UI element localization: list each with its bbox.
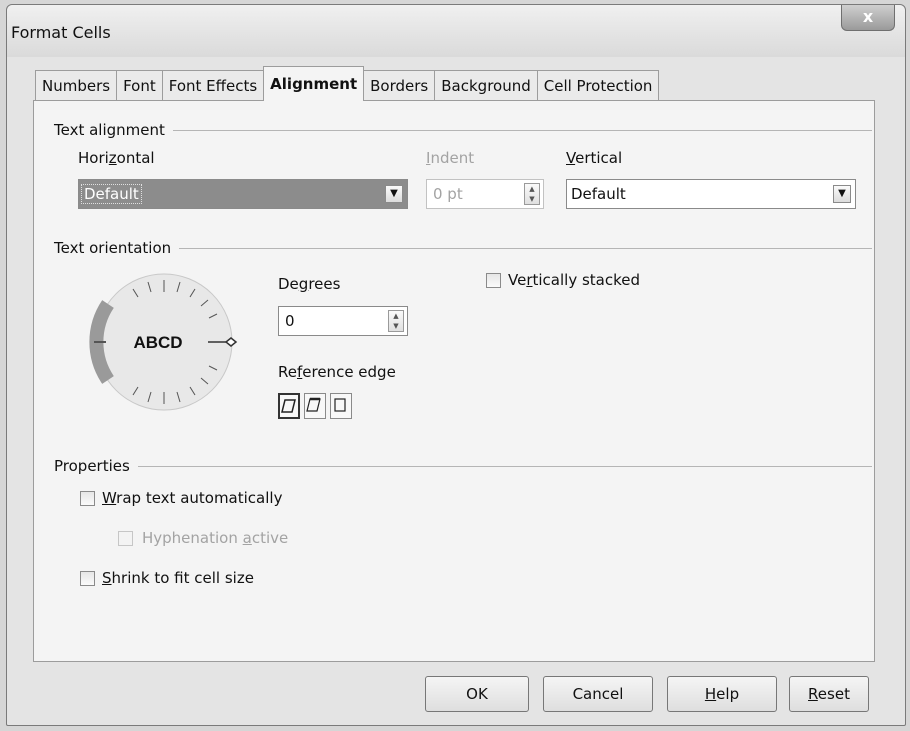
divider [137,465,872,467]
reference-edge-label: Reference edge [278,363,396,381]
spin-down-icon[interactable]: ▼ [389,321,403,331]
vertical-label-key: V [566,149,576,167]
wrap-text-label-part: rap text automatically [116,489,283,507]
horizontal-label-part: ontal [116,149,155,167]
horizontal-label: Horizontal [78,149,155,167]
vertical-label: Vertical [566,149,622,167]
reference-edge-top-button[interactable] [304,393,326,419]
reference-edge-inside-button[interactable] [330,393,352,419]
text-alignment-heading: Text alignment [54,121,165,139]
wrap-text-checkbox[interactable] [80,491,95,506]
cancel-button[interactable]: Cancel [543,676,653,712]
text-orientation-section: Text orientation [54,239,872,257]
horizontal-select[interactable]: Default ▼ [78,179,408,209]
tab-borders[interactable]: Borders [363,70,436,101]
tab-bar: Numbers Font Font Effects Alignment Bord… [35,66,660,101]
help-label-key: H [704,685,717,703]
hyphenation-label-part: ctive [251,529,289,547]
reset-button[interactable]: Reset [789,676,869,712]
degrees-label-part: rees [308,275,341,293]
shrink-to-fit-label-part: hrink to fit cell size [111,569,254,587]
spin-up-icon[interactable]: ▲ [525,184,539,194]
hyphenation-label: Hyphenation active [142,529,288,547]
dial-text: ABCD [133,333,182,352]
orientation-dial[interactable]: ABCD [86,264,242,420]
hyphenation-checkbox[interactable] [118,531,133,546]
reference-edge-bottom-button[interactable] [278,393,300,419]
tab-font-effects[interactable]: Font Effects [161,70,265,101]
horizontal-value: Default [81,184,142,204]
properties-section: Properties [54,457,872,475]
ok-button[interactable]: OK [425,676,529,712]
reference-edge-label-part: Re [278,363,297,381]
wrap-text-label-key: W [102,489,117,507]
degrees-value: 0 [285,312,295,330]
tab-cell-protection[interactable]: Cell Protection [536,70,660,101]
vertical-label-part: ertical [575,149,623,167]
text-extension-top-icon [306,397,321,412]
shrink-to-fit-checkbox[interactable] [80,571,95,586]
text-orientation-heading: Text orientation [54,239,172,257]
spin-up-icon[interactable]: ▲ [389,311,403,321]
tab-numbers[interactable]: Numbers [35,70,118,101]
properties-heading: Properties [54,457,130,475]
divider [179,247,872,249]
close-button[interactable]: x [841,5,895,31]
indent-spin-buttons[interactable]: ▲ ▼ [524,183,540,205]
vertically-stacked-label-part: tically stacked [532,271,641,289]
spin-down-icon[interactable]: ▼ [525,194,539,204]
tab-font[interactable]: Font [116,70,163,101]
vertical-value: Default [571,185,626,203]
degrees-spin-buttons[interactable]: ▲ ▼ [388,310,404,332]
divider [172,129,872,131]
degrees-spinbox[interactable]: 0 ▲ ▼ [278,306,408,336]
vertically-stacked-label-part: Ve [508,271,527,289]
degrees-label: Degrees [278,275,340,293]
vertically-stacked-label[interactable]: Vertically stacked [508,271,640,289]
hyphenation-label-key: a [242,529,252,547]
shrink-to-fit-label[interactable]: Shrink to fit cell size [102,569,254,587]
shrink-to-fit-label-key: S [102,569,112,587]
tab-background[interactable]: Background [434,70,538,101]
wrap-text-label[interactable]: Wrap text automatically [102,489,282,507]
alignment-panel: Text alignment Horizontal Default ▼ Inde… [33,100,875,662]
vertical-select[interactable]: Default ▼ [566,179,856,209]
close-icon: x [862,7,874,26]
chevron-down-icon[interactable]: ▼ [833,185,851,203]
text-alignment-section: Text alignment [54,121,872,139]
vertically-stacked-checkbox[interactable] [486,273,501,288]
reset-label-part: eset [817,685,850,703]
chevron-down-icon[interactable]: ▼ [385,185,403,203]
help-button[interactable]: Help [667,676,777,712]
indent-spinbox[interactable]: 0 pt ▲ ▼ [426,179,544,209]
hyphenation-label-part: Hyphenation [142,529,243,547]
text-extension-bottom-icon [281,399,296,413]
degrees-label-key: g [298,275,309,293]
title-bar: Format Cells x [7,5,905,57]
format-cells-dialog: Format Cells x Numbers Font Font Effects… [6,4,906,726]
reset-label-key: R [808,685,818,703]
reference-edge-label-part: erence edge [302,363,396,381]
dialog-title: Format Cells [11,23,111,42]
indent-label-part: ndent [430,149,475,167]
tab-alignment[interactable]: Alignment [263,66,365,101]
horizontal-label-part: Hori [78,149,109,167]
indent-value: 0 pt [433,185,463,203]
help-label-part: elp [716,685,740,703]
text-extension-inside-icon [334,398,346,412]
horizontal-label-key: z [108,149,117,167]
degrees-label-part: De [278,275,299,293]
indent-label: Indent [426,149,474,167]
